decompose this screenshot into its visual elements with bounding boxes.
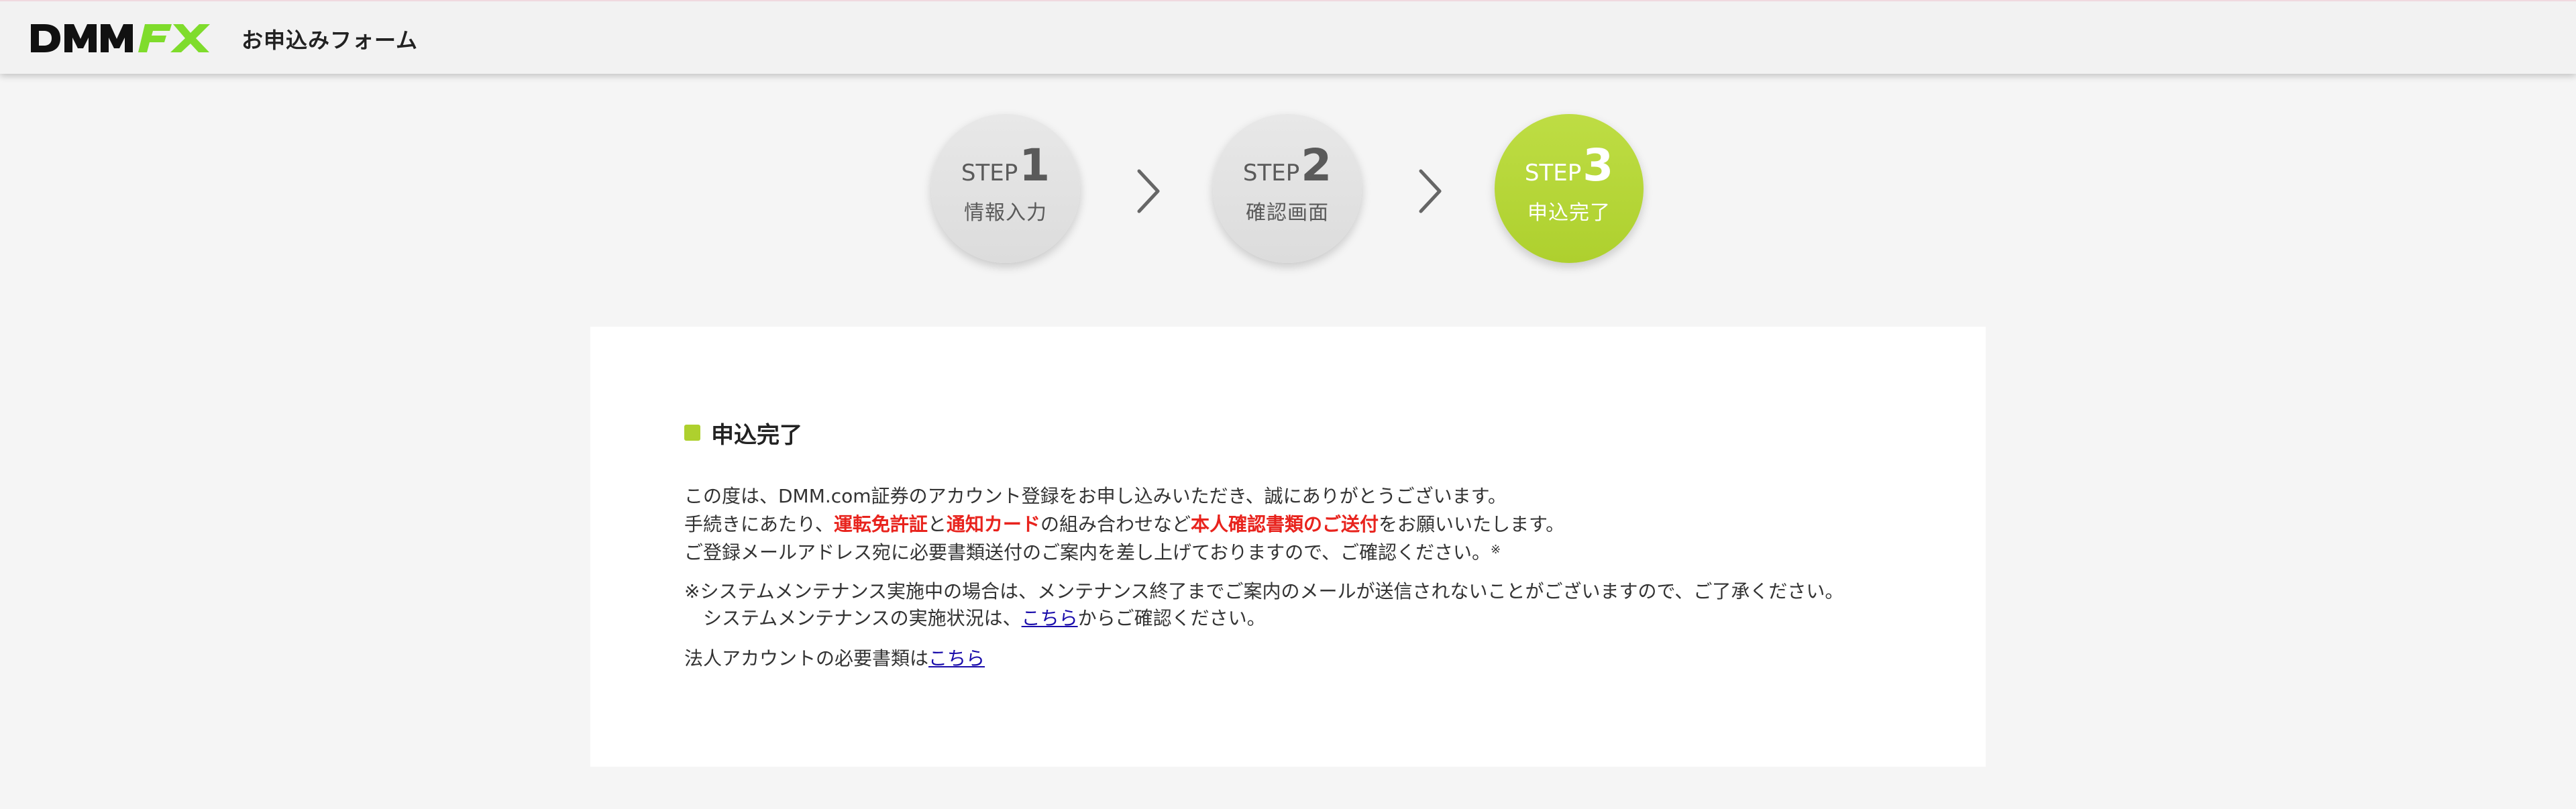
step-3-number: 3 (1582, 140, 1614, 191)
corporate-docs-link[interactable]: こちら (928, 647, 985, 669)
page-title: お申込みフォーム (241, 28, 419, 53)
maintenance-note: ※システムメンテナンス実施中の場合は、メンテナンス終了までご案内のメールが送信さ… (684, 578, 1843, 632)
step-3: STEP3 申込完了 (1495, 114, 1644, 263)
corporate-docs-text: 法人アカウントの必要書類は (684, 647, 929, 669)
step-2: STEP2 確認画面 (1213, 114, 1362, 263)
header: お申込みフォーム (0, 0, 2576, 74)
notification-card-highlight: 通知カード (946, 513, 1040, 535)
corporate-docs-line: 法人アカウントの必要書類はこちら (684, 645, 985, 673)
line3-text: ご登録メールアドレス宛に必要書類送付のご案内を差し上げておりますので、ご確認くだ… (684, 541, 1491, 563)
message-paragraph: この度は、DMM.com証券のアカウント登録をお申し込みいただき、誠にありがとう… (684, 482, 1564, 567)
note-mark: ※ (1491, 543, 1501, 557)
step-2-label: 確認画面 (1246, 201, 1329, 225)
maintenance-status-text: システムメンテナンスの実施状況は、 (684, 607, 1022, 629)
chevron-right-icon (1137, 169, 1160, 213)
message-line-1: この度は、DMM.com証券のアカウント登録をお申し込みいただき、誠にありがとう… (684, 485, 1507, 507)
step-2-number: 2 (1301, 140, 1332, 191)
completion-card: 申込完了 この度は、DMM.com証券のアカウント登録をお申し込みいただき、誠に… (590, 327, 1986, 767)
id-documents-highlight: 本人確認書類のご送付 (1190, 513, 1379, 535)
drivers-license-highlight: 運転免許証 (833, 513, 928, 535)
line2-text-a: 手続きにあたり、 (684, 513, 834, 535)
message-line-2: 手続きにあたり、運転免許証と通知カードの組み合わせなど本人確認書類のご送付をお願… (684, 510, 1564, 539)
step-1-word: STEP (961, 160, 1018, 186)
section-heading: 申込完了 (684, 419, 802, 449)
line2-text-e: の組み合わせなど (1040, 513, 1191, 535)
step-3-word: STEP (1524, 160, 1582, 186)
section-title: 申込完了 (711, 421, 802, 449)
step-1-label: 情報入力 (964, 201, 1047, 225)
heading-marker-icon (684, 425, 700, 441)
maintenance-status-link[interactable]: こちら (1022, 607, 1078, 629)
message-line-3: ご登録メールアドレス宛に必要書類送付のご案内を差し上げておりますので、ご確認くだ… (684, 539, 1564, 567)
line2-text-c: と (927, 513, 947, 535)
step-1-number: 1 (1019, 140, 1051, 191)
dmm-fx-logo[interactable] (30, 20, 217, 56)
step-3-label: 申込完了 (1527, 201, 1611, 225)
chevron-right-icon (1419, 169, 1442, 213)
maintenance-note-line-2: システムメンテナンスの実施状況は、こちらからご確認ください。 (684, 605, 1843, 632)
maintenance-note-line-1: ※システムメンテナンス実施中の場合は、メンテナンス終了までご案内のメールが送信さ… (684, 580, 1844, 602)
maintenance-status-suffix: からご確認ください。 (1077, 607, 1266, 629)
step-2-word: STEP (1242, 160, 1300, 186)
step-1: STEP1 情報入力 (931, 114, 1080, 263)
line2-text-g: をお願いいたします。 (1378, 513, 1565, 535)
